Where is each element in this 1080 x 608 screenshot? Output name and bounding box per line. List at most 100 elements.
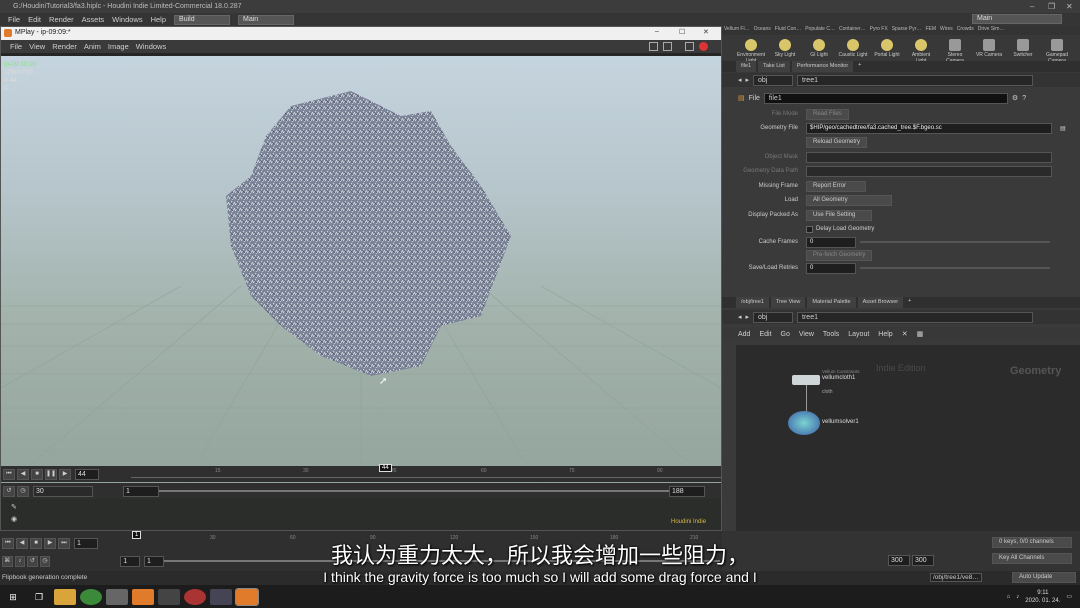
mplay-maximize-button[interactable]: ☐ <box>679 28 685 36</box>
mplay-menu-render[interactable]: Render <box>52 42 77 51</box>
grid-icon[interactable]: ▦ <box>917 330 924 338</box>
mplay-menu-image[interactable]: Image <box>108 42 129 51</box>
snapshot-icon[interactable] <box>685 42 694 51</box>
wrench-icon[interactable]: ✕ <box>902 330 908 338</box>
app-icon[interactable] <box>184 588 206 605</box>
object-mask-field[interactable] <box>806 151 1052 163</box>
play-button[interactable]: ▶ <box>59 468 71 480</box>
geometry-data-path-field[interactable] <box>806 165 1052 177</box>
save-load-retries-field[interactable]: 0 <box>806 262 856 274</box>
photos-icon[interactable] <box>106 588 128 605</box>
net-menu-view[interactable]: View <box>799 331 814 338</box>
shelf-tab[interactable]: Vellum Fl… <box>724 26 750 35</box>
mplay-start-field[interactable]: 30 <box>33 485 93 497</box>
forward-icon[interactable]: ▸ <box>746 76 750 84</box>
menu-render[interactable]: Render <box>49 15 74 24</box>
stop-button[interactable]: ■ <box>31 468 43 480</box>
add-tab-icon[interactable]: + <box>855 61 864 72</box>
net-menu-help[interactable]: Help <box>878 331 892 338</box>
mplay-minimize-button[interactable]: – <box>655 28 659 35</box>
clock[interactable]: 9:11 2020. 01. 24. <box>1025 589 1060 605</box>
file-explorer-icon[interactable] <box>54 588 76 605</box>
shelf-tab[interactable]: FEM <box>925 26 936 35</box>
split-icon[interactable] <box>663 42 672 51</box>
houdini-active-icon[interactable] <box>235 587 259 606</box>
tab-asset-browser[interactable]: Asset Browser <box>857 297 904 308</box>
net-menu-layout[interactable]: Layout <box>848 331 869 338</box>
cache-frames-slider[interactable] <box>860 241 1050 243</box>
shelf-tab[interactable]: Drive Sim… <box>978 26 1005 35</box>
mplay-close-button[interactable]: ✕ <box>703 28 709 36</box>
menu-help[interactable]: Help <box>151 15 166 24</box>
shelf-tab[interactable]: Populate C… <box>805 26 835 35</box>
mplay-frame-field[interactable]: 44 <box>75 468 99 480</box>
tab-network-obj-tree1[interactable]: /obj/tree1 <box>736 297 769 308</box>
back-icon[interactable]: ◂ <box>738 313 742 321</box>
forward-icon[interactable]: ▸ <box>746 313 750 321</box>
record-icon[interactable] <box>699 42 708 51</box>
retries-slider[interactable] <box>860 267 1050 269</box>
network-path-context[interactable]: obj <box>753 311 794 323</box>
prev-frame-button[interactable]: ◀ <box>17 468 29 480</box>
missing-frame-menu[interactable]: Report Error <box>806 180 866 192</box>
menu-file[interactable]: File <box>8 15 20 24</box>
shelf-tab[interactable]: Wires <box>940 26 953 35</box>
mplay-menu-view[interactable]: View <box>29 42 45 51</box>
vellumsolver-node[interactable] <box>788 411 820 435</box>
file-mode-menu[interactable]: Read Files <box>806 108 849 120</box>
pencil-icon[interactable]: ✎ <box>11 503 17 511</box>
mplay-frame-marker[interactable]: 44 <box>379 464 392 472</box>
net-menu-go[interactable]: Go <box>781 331 790 338</box>
gear-icon[interactable]: ⚙ <box>1012 94 1018 102</box>
display-packed-as-menu[interactable]: Use File Setting <box>806 209 872 221</box>
chrome-icon[interactable] <box>80 588 102 605</box>
shelf-tab[interactable]: Sparse Pyr… <box>892 26 922 35</box>
tab-tree-view[interactable]: Tree View <box>770 297 806 308</box>
notification-icon[interactable]: ▭ <box>1066 593 1072 600</box>
tab-take-list[interactable]: Take List <box>758 61 790 72</box>
node-name-field[interactable]: file1 <box>763 92 1008 104</box>
menu-windows[interactable]: Windows <box>112 15 142 24</box>
render-viewport[interactable]: ➚ <box>1 56 721 490</box>
network-path-node[interactable]: tree1 <box>797 311 1034 323</box>
volume-icon[interactable]: ♪ <box>1016 594 1019 600</box>
desktop-selector[interactable]: Main <box>972 14 1062 24</box>
eye-icon[interactable]: ◉ <box>11 515 17 523</box>
shelf-tab[interactable]: Oceans <box>754 26 771 35</box>
delay-load-checkbox[interactable] <box>806 225 813 233</box>
mplay-timeline[interactable]: 15 30 45 60 75 90 44 <box>131 464 721 480</box>
realtime-icon[interactable]: ◷ <box>17 485 29 497</box>
desktop-dropdown[interactable]: Build <box>174 14 231 25</box>
media-player-icon[interactable] <box>210 588 232 605</box>
menu-edit[interactable]: Edit <box>28 15 41 24</box>
layout-icon[interactable] <box>649 42 658 51</box>
range-end-field[interactable]: 188 <box>669 485 705 497</box>
close-button[interactable]: ✕ <box>1066 2 1073 11</box>
tab-file1[interactable]: file1 <box>736 61 757 72</box>
shelf-tab[interactable]: Fluid Con… <box>775 26 801 35</box>
shelf-tab[interactable]: Container… <box>839 26 866 35</box>
mplay-menu-file[interactable]: File <box>10 42 22 51</box>
net-menu-edit[interactable]: Edit <box>759 331 771 338</box>
range-slider[interactable] <box>159 490 669 492</box>
minimize-button[interactable]: – <box>1030 2 1034 11</box>
app-icon[interactable] <box>158 588 180 605</box>
geometry-file-field[interactable]: $HIP/geo/cachedtree/fa3.cached_tree.$F.b… <box>806 122 1052 134</box>
load-menu[interactable]: All Geometry <box>806 194 892 206</box>
path-node[interactable]: tree1 <box>797 74 1034 86</box>
task-view-icon[interactable]: ❐ <box>28 589 50 605</box>
net-menu-tools[interactable]: Tools <box>823 331 839 338</box>
mplay-menu-anim[interactable]: Anim <box>84 42 101 51</box>
file-browse-icon[interactable]: ▤ <box>1060 125 1066 132</box>
back-icon[interactable]: ◂ <box>738 76 742 84</box>
tab-performance-monitor[interactable]: Performance Monitor <box>791 61 854 72</box>
help-icon[interactable]: ? <box>1022 95 1026 102</box>
loop-icon[interactable]: ↺ <box>3 485 15 497</box>
network-editor[interactable]: Indie Edition Geometry Vellum Constraint… <box>736 345 1080 541</box>
network-icon[interactable]: ⌂ <box>1007 594 1011 600</box>
add-tab-icon[interactable]: + <box>905 297 914 308</box>
first-frame-button[interactable]: ⏮ <box>3 468 15 480</box>
cache-frames-field[interactable]: 0 <box>806 236 856 248</box>
menu-assets[interactable]: Assets <box>82 15 105 24</box>
windows-start-icon[interactable]: ⊞ <box>2 589 24 605</box>
